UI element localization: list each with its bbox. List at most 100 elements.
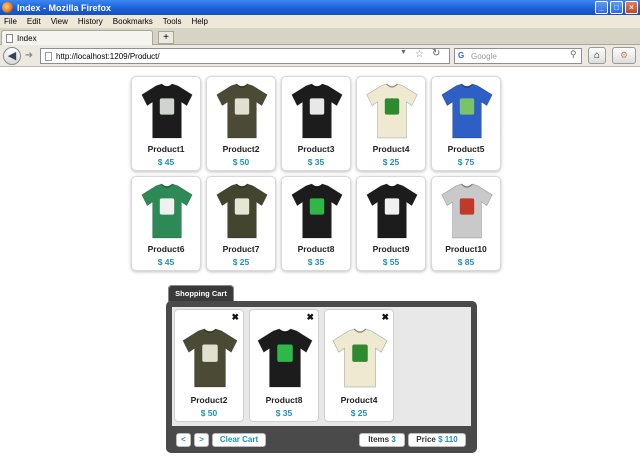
cart-item-name: Product8 <box>265 395 303 405</box>
product-image[interactable] <box>140 81 194 141</box>
tshirt-image <box>216 83 268 139</box>
home-button[interactable]: ⌂ <box>588 47 606 64</box>
product-card[interactable]: Product2 $ 50 <box>206 76 276 171</box>
product-image[interactable] <box>290 181 344 241</box>
product-price: $ 35 <box>307 257 325 267</box>
product-price: $ 25 <box>382 157 400 167</box>
minimize-button[interactable]: _ <box>595 1 608 14</box>
product-image[interactable] <box>440 81 494 141</box>
maximize-button[interactable]: □ <box>610 1 623 14</box>
firefox-logo-icon <box>2 2 13 13</box>
cart-items-area: ✖ Product2 $ 50 ✖ Product8 $ 35 ✖ Product4 $ 25 <box>172 307 471 426</box>
shirt-graphic <box>384 98 400 115</box>
product-card[interactable]: Product8 $ 35 <box>281 176 351 271</box>
reload-icon[interactable]: ↻ <box>432 48 440 59</box>
remove-item-icon[interactable]: ✖ <box>306 313 314 322</box>
tab-index[interactable]: Index <box>1 30 153 45</box>
search-icon[interactable]: ⚲ <box>570 49 577 60</box>
product-card[interactable]: Product9 $ 55 <box>356 176 426 271</box>
product-image[interactable] <box>365 81 419 141</box>
product-image[interactable] <box>215 181 269 241</box>
menu-bar: File Edit View History Bookmarks Tools H… <box>0 15 640 28</box>
url-text: http://localhost:1209/Product/ <box>56 51 160 61</box>
product-card[interactable]: Product5 $ 75 <box>431 76 501 171</box>
url-dropdown-icon[interactable]: ▼ <box>400 49 407 56</box>
menu-file[interactable]: File <box>4 17 17 26</box>
shirt-graphic <box>277 344 293 362</box>
url-bar[interactable]: http://localhost:1209/Product/ <box>40 48 450 64</box>
product-card[interactable]: Product10 $ 85 <box>431 176 501 271</box>
product-name: Product9 <box>372 244 410 254</box>
product-image[interactable] <box>215 81 269 141</box>
tshirt-image <box>141 183 193 239</box>
cart-item-image <box>331 326 389 390</box>
shirt-graphic <box>459 98 475 115</box>
cart-next-button[interactable]: > <box>194 433 209 447</box>
tab-label: Index <box>17 33 37 43</box>
shirt-graphic <box>159 98 175 115</box>
tshirt-image <box>182 328 238 388</box>
product-name: Product4 <box>372 144 410 154</box>
shirt-graphic <box>459 198 475 215</box>
items-count: 3 <box>391 435 396 444</box>
product-name: Product6 <box>147 244 185 254</box>
product-price: $ 75 <box>457 157 475 167</box>
shirt-graphic <box>234 198 250 215</box>
menu-help[interactable]: Help <box>191 17 207 26</box>
menu-edit[interactable]: Edit <box>27 17 41 26</box>
window-title: Index - Mozilla Firefox <box>17 2 112 13</box>
shirt-graphic <box>202 344 218 362</box>
back-button[interactable]: ◀ <box>3 47 21 65</box>
product-name: Product1 <box>147 144 185 154</box>
product-price: $ 85 <box>457 257 475 267</box>
close-window-button[interactable]: × <box>625 1 638 14</box>
tshirt-image <box>441 183 493 239</box>
product-name: Product10 <box>445 244 487 254</box>
product-card[interactable]: Product7 $ 25 <box>206 176 276 271</box>
new-tab-button[interactable]: + <box>158 31 174 44</box>
shirt-graphic <box>234 98 250 115</box>
cart-item-price: $ 25 <box>350 408 368 418</box>
menu-bookmarks[interactable]: Bookmarks <box>113 17 153 26</box>
addon-icon[interactable]: ⚙ <box>612 47 636 64</box>
page-icon <box>45 51 52 61</box>
menu-view[interactable]: View <box>51 17 68 26</box>
product-price: $ 50 <box>232 157 250 167</box>
product-card[interactable]: Product6 $ 45 <box>131 176 201 271</box>
shirt-graphic <box>384 198 400 215</box>
product-card[interactable]: Product1 $ 45 <box>131 76 201 171</box>
menu-tools[interactable]: Tools <box>163 17 182 26</box>
product-image[interactable] <box>290 81 344 141</box>
cart-item: ✖ Product4 $ 25 <box>324 309 394 422</box>
remove-item-icon[interactable]: ✖ <box>381 313 389 322</box>
search-placeholder: Google <box>471 51 497 61</box>
search-input[interactable]: G Google <box>454 48 582 64</box>
tshirt-image <box>291 83 343 139</box>
product-card[interactable]: Product4 $ 25 <box>356 76 426 171</box>
cart-item-price: $ 35 <box>275 408 293 418</box>
product-name: Product8 <box>297 244 335 254</box>
shopping-cart-tab[interactable]: Shopping Cart <box>168 285 234 302</box>
tshirt-image <box>216 183 268 239</box>
tab-strip: Index + <box>0 28 640 45</box>
product-price: $ 45 <box>157 257 175 267</box>
menu-history[interactable]: History <box>78 17 103 26</box>
product-image[interactable] <box>365 181 419 241</box>
cart-item-image <box>256 326 314 390</box>
product-name: Product2 <box>222 144 260 154</box>
product-card[interactable]: Product3 $ 35 <box>281 76 351 171</box>
cart-items-summary: Items 3 <box>359 433 405 447</box>
forward-button[interactable]: ➜ <box>22 50 36 62</box>
bookmark-star-icon[interactable]: ☆ <box>415 49 424 60</box>
product-grid: Product1 $ 45 Product2 $ 50 Product3 $ 35 Prod… <box>131 76 503 273</box>
cart-prev-button[interactable]: < <box>176 433 191 447</box>
shirt-graphic <box>309 198 325 215</box>
navigation-bar: ◀ ➜ http://localhost:1209/Product/ ▼ ☆ ↻… <box>0 45 640 67</box>
tshirt-image <box>141 83 193 139</box>
product-image[interactable] <box>440 181 494 241</box>
price-label: Price <box>416 435 436 444</box>
window-titlebar: Index - Mozilla Firefox _ □ × <box>0 0 640 15</box>
remove-item-icon[interactable]: ✖ <box>231 313 239 322</box>
clear-cart-button[interactable]: Clear Cart <box>212 433 266 447</box>
product-image[interactable] <box>140 181 194 241</box>
